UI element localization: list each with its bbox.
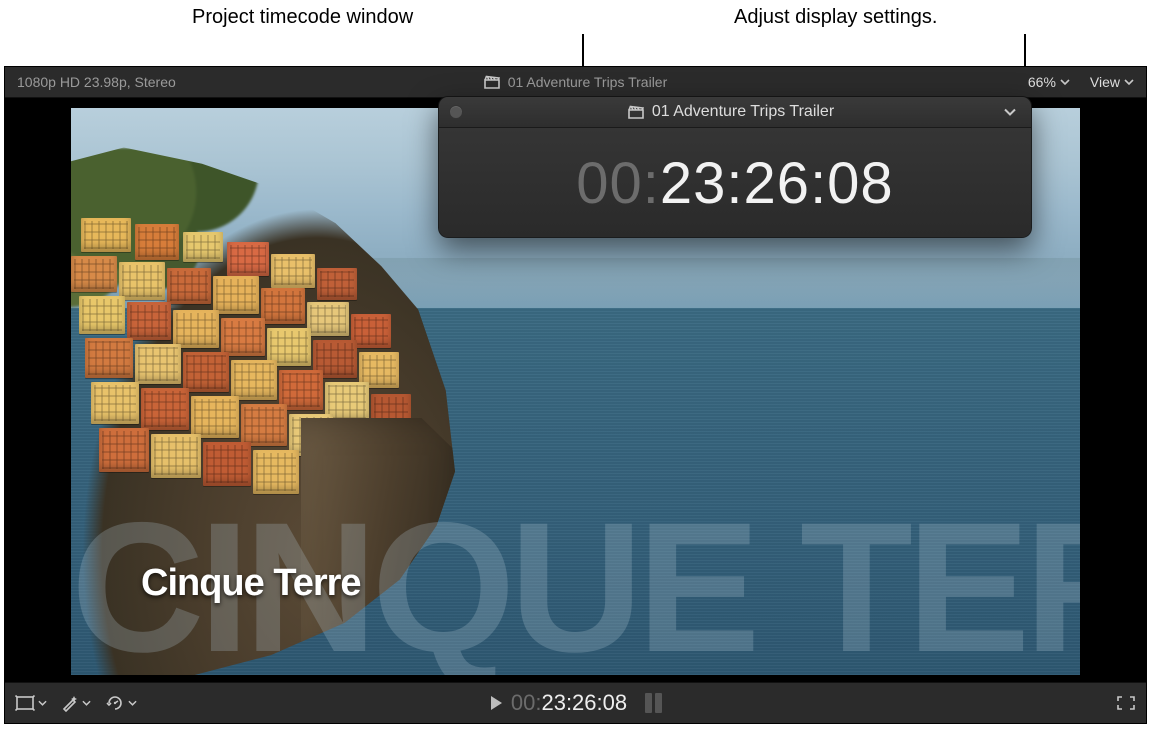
play-icon <box>489 695 503 711</box>
chevron-down-icon <box>1124 78 1134 86</box>
audio-meter <box>645 693 662 713</box>
retime-icon <box>105 695 125 711</box>
format-info: 1080p HD 23.98p, Stereo <box>17 74 176 90</box>
chevron-down-icon <box>1003 107 1017 117</box>
retime-menu[interactable] <box>105 695 137 711</box>
viewer-topbar: 1080p HD 23.98p, Stereo 01 Adventure Tri… <box>5 67 1146 98</box>
project-timecode-window[interactable]: 01 Adventure Trips Trailer 00:23:26:08 <box>438 96 1032 238</box>
transport-timecode: 00:23:26:08 <box>5 690 1146 716</box>
callout-settings: Adjust display settings. <box>734 6 937 29</box>
transform-icon <box>15 695 35 711</box>
chevron-down-icon <box>1060 78 1070 86</box>
clapperboard-icon <box>628 105 644 119</box>
tc-window-value: 23:26:08 <box>660 151 894 216</box>
tc-prefix: 00: <box>511 690 542 716</box>
view-menu[interactable]: View <box>1090 74 1134 90</box>
tc-window-title: 01 Adventure Trips Trailer <box>652 103 834 121</box>
chevron-down-icon <box>38 699 47 707</box>
close-icon[interactable] <box>449 105 463 119</box>
tc-window-prefix: 00: <box>576 151 660 216</box>
enhance-menu[interactable] <box>61 694 91 712</box>
fullscreen-button[interactable] <box>1116 695 1136 711</box>
fullscreen-icon <box>1116 695 1136 711</box>
tc-main: 23:26:08 <box>541 690 627 716</box>
small-title-overlay: Cinque Terre <box>141 562 361 605</box>
clapperboard-icon <box>484 75 500 89</box>
viewer-title: 01 Adventure Trips Trailer <box>508 74 668 90</box>
view-menu-label: View <box>1090 74 1120 90</box>
transform-menu[interactable] <box>15 695 47 711</box>
callout-timecode: Project timecode window <box>192 6 413 29</box>
enhance-icon <box>61 694 79 712</box>
viewer-bottombar: 00:23:26:08 <box>5 682 1146 723</box>
zoom-dropdown[interactable]: 66% <box>1028 74 1070 90</box>
tc-window-body[interactable]: 00:23:26:08 <box>439 128 1031 238</box>
tc-window-titlebar[interactable]: 01 Adventure Trips Trailer <box>439 97 1031 128</box>
chevron-down-icon <box>82 699 91 707</box>
chevron-down-icon <box>128 699 137 707</box>
zoom-value: 66% <box>1028 74 1056 90</box>
tc-display-settings[interactable] <box>999 105 1021 119</box>
